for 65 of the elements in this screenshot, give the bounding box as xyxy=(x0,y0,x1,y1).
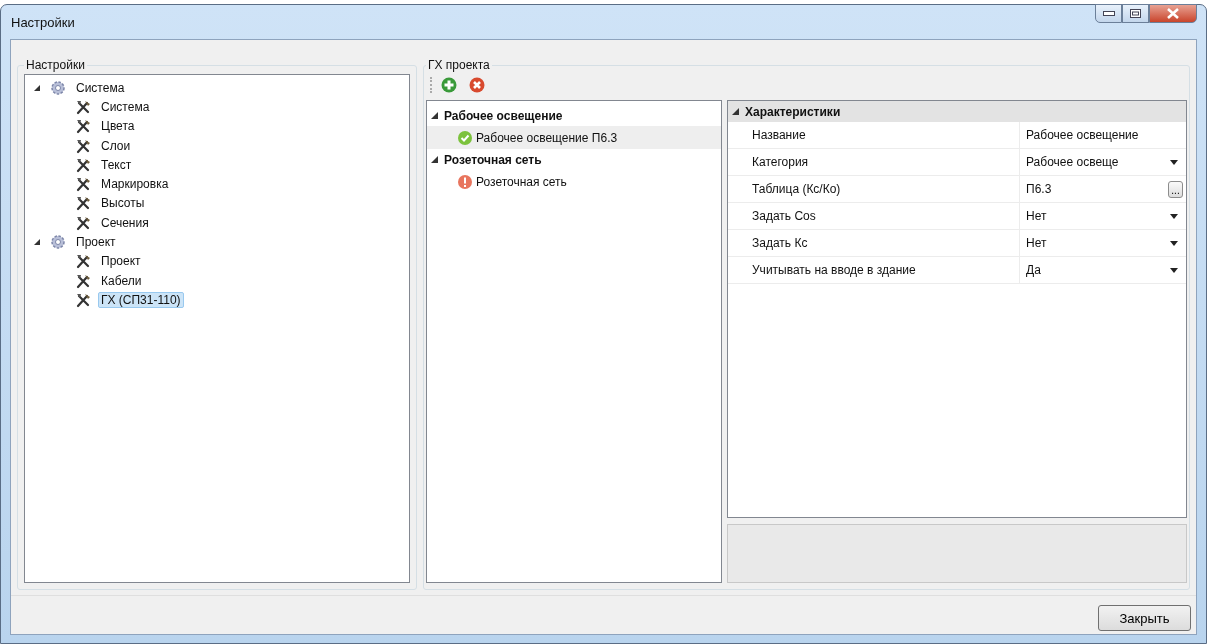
tree-item[interactable]: Кабели xyxy=(98,272,145,289)
close-button[interactable] xyxy=(1149,4,1197,23)
expander-icon[interactable] xyxy=(33,238,41,246)
add-icon[interactable] xyxy=(441,77,457,93)
group-label: Розеточная сеть xyxy=(444,152,542,167)
tree-item[interactable]: Система xyxy=(98,98,153,115)
property-value[interactable]: Рабочее освещение xyxy=(1026,128,1139,142)
tools-icon xyxy=(75,291,91,308)
window-title: Настройки xyxy=(11,14,75,30)
tools-icon xyxy=(75,195,91,212)
category-label: Характеристики xyxy=(745,104,841,119)
tree-item[interactable]: Маркировка xyxy=(98,176,172,193)
browse-button[interactable]: ... xyxy=(1168,180,1183,198)
dropdown-arrow-icon[interactable] xyxy=(1170,213,1178,219)
expander-icon[interactable] xyxy=(431,112,438,119)
exclamation-icon xyxy=(457,173,473,190)
property-name: Задать Cos xyxy=(752,209,816,223)
gear-icon xyxy=(50,234,66,250)
tree-item[interactable]: Сечения xyxy=(98,214,152,231)
tools-icon xyxy=(75,214,91,231)
tools-icon xyxy=(75,176,91,193)
dropdown-arrow-icon[interactable] xyxy=(1170,267,1178,273)
property-name: Задать Кс xyxy=(752,236,808,250)
dropdown-arrow-icon[interactable] xyxy=(1170,240,1178,246)
maximize-button[interactable] xyxy=(1122,4,1149,23)
close-dialog-button[interactable]: Закрыть xyxy=(1098,605,1191,631)
gear-icon xyxy=(50,79,66,96)
property-value[interactable]: Рабочее освеще xyxy=(1026,155,1119,169)
tools-icon xyxy=(75,253,91,270)
expander-icon[interactable] xyxy=(33,83,41,92)
tools-icon xyxy=(75,98,91,115)
tree-item[interactable]: Слои xyxy=(98,137,134,154)
property-value[interactable]: Да xyxy=(1026,263,1041,277)
minimize-button[interactable] xyxy=(1095,4,1122,23)
property-name: Таблица (Кс/Ко) xyxy=(752,182,841,196)
tree-item[interactable]: ГХ (СП31-110) xyxy=(98,291,184,308)
list-item[interactable]: Розеточная сеть xyxy=(427,170,721,193)
property-name: Название xyxy=(752,128,806,142)
tools-icon xyxy=(75,118,91,135)
property-name: Категория xyxy=(752,155,809,169)
tree-item[interactable]: Высоты xyxy=(98,195,148,212)
tree-item[interactable]: Текст xyxy=(98,156,135,173)
tree-item[interactable]: Цвета xyxy=(98,118,138,135)
dropdown-arrow-icon[interactable] xyxy=(1170,159,1178,165)
expander-icon[interactable] xyxy=(431,156,438,163)
check-icon xyxy=(457,129,473,146)
property-value[interactable]: Нет xyxy=(1026,209,1047,223)
group-label: Рабочее освещение xyxy=(444,108,563,123)
tools-icon xyxy=(75,272,91,289)
group-title: ГХ проекта xyxy=(427,58,491,72)
maximize-icon xyxy=(1130,9,1141,18)
property-value[interactable]: Нет xyxy=(1026,236,1047,250)
group-title: Настройки xyxy=(25,58,86,72)
close-icon xyxy=(1167,8,1179,19)
tools-icon xyxy=(75,137,91,154)
minimize-icon xyxy=(1102,11,1115,16)
tree-item[interactable]: Проект xyxy=(98,253,144,270)
tree-item[interactable]: Система xyxy=(73,79,128,96)
property-name: Учитывать на вводе в здание xyxy=(752,263,916,277)
delete-icon[interactable] xyxy=(469,77,485,93)
expander-icon[interactable] xyxy=(732,108,739,115)
tools-icon xyxy=(75,156,91,173)
tree-item[interactable]: Проект xyxy=(73,234,119,250)
property-value[interactable]: П6.3 xyxy=(1026,182,1052,196)
list-item[interactable]: Рабочее освещение П6.3 xyxy=(427,126,721,149)
